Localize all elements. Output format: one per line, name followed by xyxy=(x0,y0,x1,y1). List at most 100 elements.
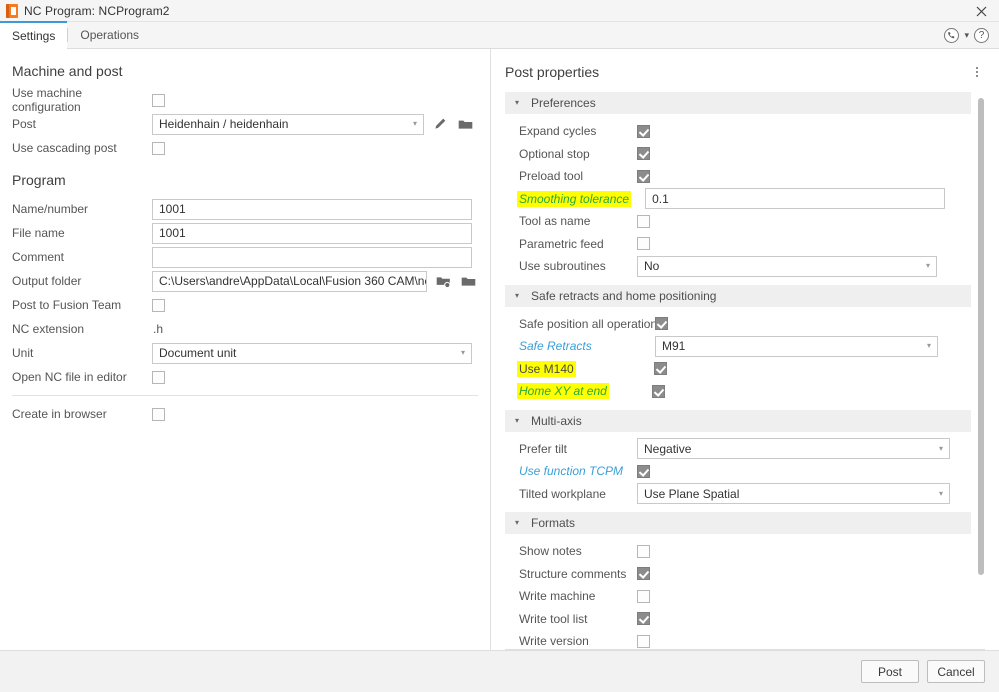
input-file-name[interactable]: 1001 xyxy=(152,222,472,244)
row-preload-tool: Preload tool xyxy=(505,165,971,188)
checkbox-write-tool-list[interactable] xyxy=(637,612,650,626)
section-formats[interactable]: ▾ Formats xyxy=(505,512,971,534)
label-home-xy-at-end: Home XY at end xyxy=(517,383,609,400)
folder-settings-icon[interactable] xyxy=(434,272,452,290)
checkbox-use-cascading-post[interactable] xyxy=(152,141,165,155)
row-safe-position-all-operations: Safe position all operations xyxy=(505,313,971,336)
label-unit: Unit xyxy=(12,346,34,360)
checkbox-use-machine-configuration[interactable] xyxy=(152,93,165,107)
checkbox-expand-cycles[interactable] xyxy=(637,124,650,138)
tab-bar-actions: ▾ ? xyxy=(944,22,999,48)
row-nc-extension: NC extension .h xyxy=(12,317,478,341)
input-name-number[interactable]: 1001 xyxy=(152,198,472,220)
checkbox-post-to-fusion-team[interactable] xyxy=(152,298,165,312)
section-multi-axis[interactable]: ▾ Multi-axis xyxy=(505,409,971,432)
input-output-folder[interactable]: C:\Users\andre\AppData\Local\Fusion 360 … xyxy=(152,270,427,292)
row-parametric-feed: Parametric feed xyxy=(505,233,971,256)
cancel-button[interactable]: Cancel xyxy=(927,660,985,683)
phone-support-icon[interactable] xyxy=(944,27,960,43)
checkbox-create-in-browser[interactable] xyxy=(152,407,165,421)
tab-settings[interactable]: Settings xyxy=(0,21,68,49)
input-comment[interactable] xyxy=(152,246,472,268)
post-properties-title: Post properties xyxy=(505,64,600,80)
label-safe-position-all-operations: Safe position all operations xyxy=(519,316,664,331)
label-use-function-tcpm: Use function TCPM xyxy=(519,464,624,479)
checkbox-open-nc-file-in-editor[interactable] xyxy=(152,370,165,384)
checkbox-optional-stop[interactable] xyxy=(637,147,650,161)
label-tilted-workplane: Tilted workplane xyxy=(519,486,606,501)
combobox-unit[interactable]: Document unit ▾ xyxy=(152,342,472,364)
row-tool-as-name: Tool as name xyxy=(505,210,971,233)
section-preferences[interactable]: ▾ Preferences xyxy=(505,92,971,114)
row-write-version: Write version xyxy=(505,630,971,649)
checkbox-write-machine[interactable] xyxy=(637,589,650,603)
checkbox-tool-as-name[interactable] xyxy=(637,214,650,228)
label-expand-cycles: Expand cycles xyxy=(519,124,597,139)
checkbox-safe-position-all-operations[interactable] xyxy=(655,317,668,331)
label-open-nc-file-in-editor: Open NC file in editor xyxy=(12,370,127,384)
post-button[interactable]: Post xyxy=(861,660,919,683)
row-write-tool-list: Write tool list xyxy=(505,608,971,631)
checkbox-home-xy-at-end[interactable] xyxy=(651,384,665,398)
combobox-post-value: Heidenhain / heidenhain xyxy=(159,117,289,131)
checkbox-parametric-feed[interactable] xyxy=(637,237,650,251)
checkbox-structure-comments[interactable] xyxy=(637,567,650,581)
row-tilted-workplane: Tilted workplane Use Plane Spatial ▾ xyxy=(505,483,971,506)
combobox-post[interactable]: Heidenhain / heidenhain ▾ xyxy=(152,113,424,135)
close-icon[interactable] xyxy=(963,0,999,22)
combobox-use-subroutines-value: No xyxy=(644,259,660,274)
section-preferences-label: Preferences xyxy=(531,96,596,110)
folder-icon[interactable] xyxy=(459,272,477,290)
folder-icon[interactable] xyxy=(456,115,474,133)
more-options-icon[interactable] xyxy=(969,63,985,81)
label-use-m140: Use M140 xyxy=(517,360,576,377)
label-tool-as-name: Tool as name xyxy=(519,214,591,229)
triangle-down-icon: ▾ xyxy=(515,290,520,300)
label-use-cascading-post: Use cascading post xyxy=(12,141,117,155)
row-use-machine-configuration: Use machine configuration xyxy=(12,86,478,114)
program-heading: Program xyxy=(12,172,66,188)
row-write-machine: Write machine xyxy=(505,585,971,608)
label-write-version: Write version xyxy=(519,634,589,649)
label-name-number: Name/number xyxy=(12,202,89,216)
checkbox-preload-tool[interactable] xyxy=(637,169,650,183)
row-use-m140: Use M140 xyxy=(505,358,971,381)
combobox-prefer-tilt[interactable]: Negative ▾ xyxy=(637,438,950,460)
checkbox-use-function-tcpm[interactable] xyxy=(637,464,650,478)
input-file-name-value: 1001 xyxy=(159,226,186,240)
left-panel-divider xyxy=(12,395,478,396)
triangle-down-icon: ▾ xyxy=(515,518,520,527)
pencil-icon[interactable] xyxy=(431,115,449,133)
label-prefer-tilt: Prefer tilt xyxy=(519,441,568,456)
tab-operations[interactable]: Operations xyxy=(68,22,151,48)
tab-operations-label: Operations xyxy=(80,28,140,42)
input-smoothing-tolerance[interactable]: 0.1 xyxy=(645,188,946,210)
combobox-use-subroutines[interactable]: No ▾ xyxy=(637,255,937,277)
chevron-down-icon[interactable]: ▾ xyxy=(963,30,970,40)
checkbox-show-notes[interactable] xyxy=(637,544,650,558)
row-show-notes: Show notes xyxy=(505,540,971,563)
label-write-tool-list: Write tool list xyxy=(519,611,588,626)
row-file-name: File name 1001 xyxy=(12,221,478,245)
label-preload-tool: Preload tool xyxy=(519,169,584,184)
input-smoothing-tolerance-value: 0.1 xyxy=(652,191,669,206)
chevron-down-icon: ▾ xyxy=(938,488,943,498)
row-output-folder: Output folder C:\Users\andre\AppData\Loc… xyxy=(12,269,478,293)
combobox-tilted-workplane[interactable]: Use Plane Spatial ▾ xyxy=(637,483,950,505)
combobox-tilted-workplane-value: Use Plane Spatial xyxy=(644,486,740,501)
title-bar: NC Program: NCProgram2 xyxy=(0,0,999,22)
row-name-number: Name/number 1001 xyxy=(12,197,478,221)
post-properties-panel: Post properties ▾ Preferences Expand cyc… xyxy=(491,49,999,650)
label-nc-extension: NC extension xyxy=(12,322,85,336)
row-expand-cycles: Expand cycles xyxy=(505,120,971,143)
combobox-unit-value: Document unit xyxy=(159,346,237,360)
label-file-name: File name xyxy=(12,226,65,240)
checkbox-write-version[interactable] xyxy=(637,634,650,648)
machine-and-post-heading: Machine and post xyxy=(12,63,123,79)
section-safe-retracts[interactable]: ▾ Safe retracts and home positioning xyxy=(505,284,971,307)
checkbox-use-m140[interactable] xyxy=(653,362,667,376)
combobox-safe-retracts[interactable]: M91 ▾ xyxy=(655,335,938,357)
scrollbar-thumb[interactable] xyxy=(978,98,984,575)
row-smoothing-tolerance: Smoothing tolerance 0.1 xyxy=(505,188,971,211)
help-icon[interactable]: ? xyxy=(974,27,989,43)
